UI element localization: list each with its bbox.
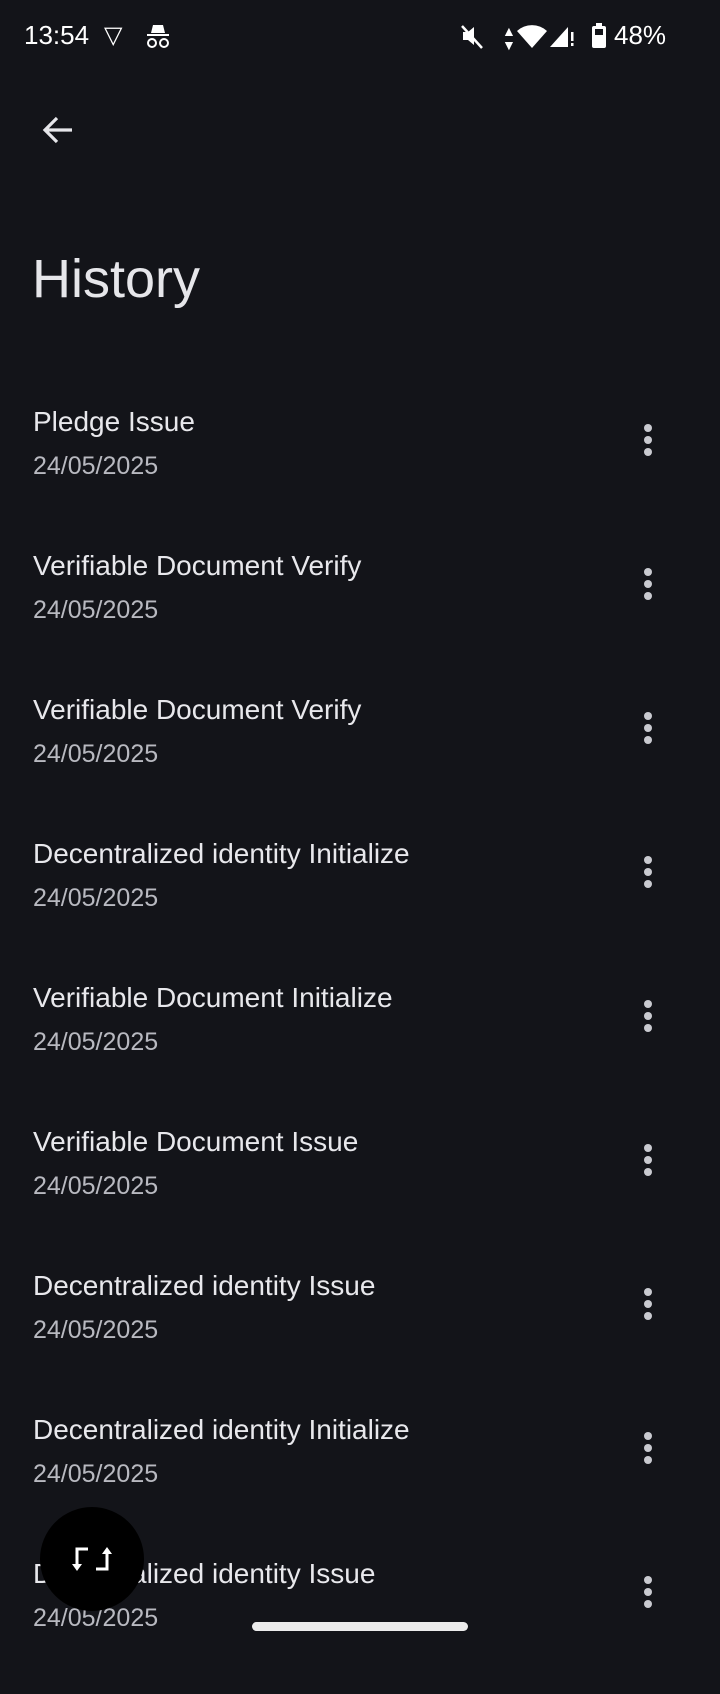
more-options-icon[interactable] xyxy=(630,1428,666,1468)
home-indicator[interactable] xyxy=(252,1622,468,1631)
more-options-icon[interactable] xyxy=(630,1572,666,1612)
battery-percent: 48% xyxy=(614,20,667,50)
more-options-icon[interactable] xyxy=(630,852,666,892)
more-options-icon[interactable] xyxy=(630,564,666,604)
switch-button[interactable] xyxy=(40,1507,144,1611)
battery-icon xyxy=(590,22,608,57)
item-title: Pledge Issue xyxy=(33,406,195,437)
incognito-icon xyxy=(144,22,172,57)
history-list: Pledge Issue 24/05/2025 Verifiable Docum… xyxy=(0,398,720,1694)
item-date: 24/05/2025 xyxy=(33,740,159,768)
item-date: 24/05/2025 xyxy=(33,1460,159,1488)
history-item[interactable]: Verifiable Document Verify 24/05/2025 xyxy=(0,686,720,830)
item-date: 24/05/2025 xyxy=(33,1028,159,1056)
item-title: Decentralized identity Initialize xyxy=(33,1414,410,1445)
item-date: 24/05/2025 xyxy=(33,884,159,912)
arrow-left-icon xyxy=(42,116,72,144)
wifi-icon xyxy=(516,22,548,57)
history-item[interactable]: Pledge Issue 24/05/2025 xyxy=(0,398,720,542)
history-item[interactable]: Verifiable Document Issue 24/05/2025 xyxy=(0,1118,720,1262)
item-date: 24/05/2025 xyxy=(33,1316,159,1344)
status-bar: 13:54 ▽ ▲ ▼ 48% xyxy=(0,0,720,72)
page-title: History xyxy=(32,249,201,309)
signal-icon xyxy=(548,22,576,57)
history-item[interactable]: Verifiable Document Initialize 24/05/202… xyxy=(0,974,720,1118)
item-date: 24/05/2025 xyxy=(33,452,159,480)
item-date: 24/05/2025 xyxy=(33,596,159,624)
history-item[interactable]: Decentralized identity Initialize 24/05/… xyxy=(0,830,720,974)
history-item[interactable]: Verifiable Document Verify 24/05/2025 xyxy=(0,542,720,686)
mute-icon xyxy=(460,22,486,57)
item-title: Decentralized identity Initialize xyxy=(33,838,410,869)
item-title: Verifiable Document Issue xyxy=(33,1126,359,1157)
more-options-icon[interactable] xyxy=(630,420,666,460)
item-title: Verifiable Document Verify xyxy=(33,550,362,581)
data-arrows-icon: ▲ ▼ xyxy=(502,23,516,53)
more-options-icon[interactable] xyxy=(630,1284,666,1324)
history-item[interactable]: Decentralized identity Issue 24/05/2025 xyxy=(0,1262,720,1406)
item-title: Verifiable Document Verify xyxy=(33,694,362,725)
status-time: 13:54 xyxy=(24,20,90,50)
more-options-icon[interactable] xyxy=(630,708,666,748)
back-button[interactable] xyxy=(36,108,80,152)
more-options-icon[interactable] xyxy=(630,996,666,1036)
more-options-icon[interactable] xyxy=(630,1140,666,1180)
item-title: Verifiable Document Initialize xyxy=(33,982,393,1013)
vpn-shield-icon: ▽ xyxy=(104,22,123,49)
swap-arrows-icon xyxy=(72,1547,112,1571)
item-date: 24/05/2025 xyxy=(33,1172,159,1200)
item-title: Decentralized identity Issue xyxy=(33,1270,376,1301)
